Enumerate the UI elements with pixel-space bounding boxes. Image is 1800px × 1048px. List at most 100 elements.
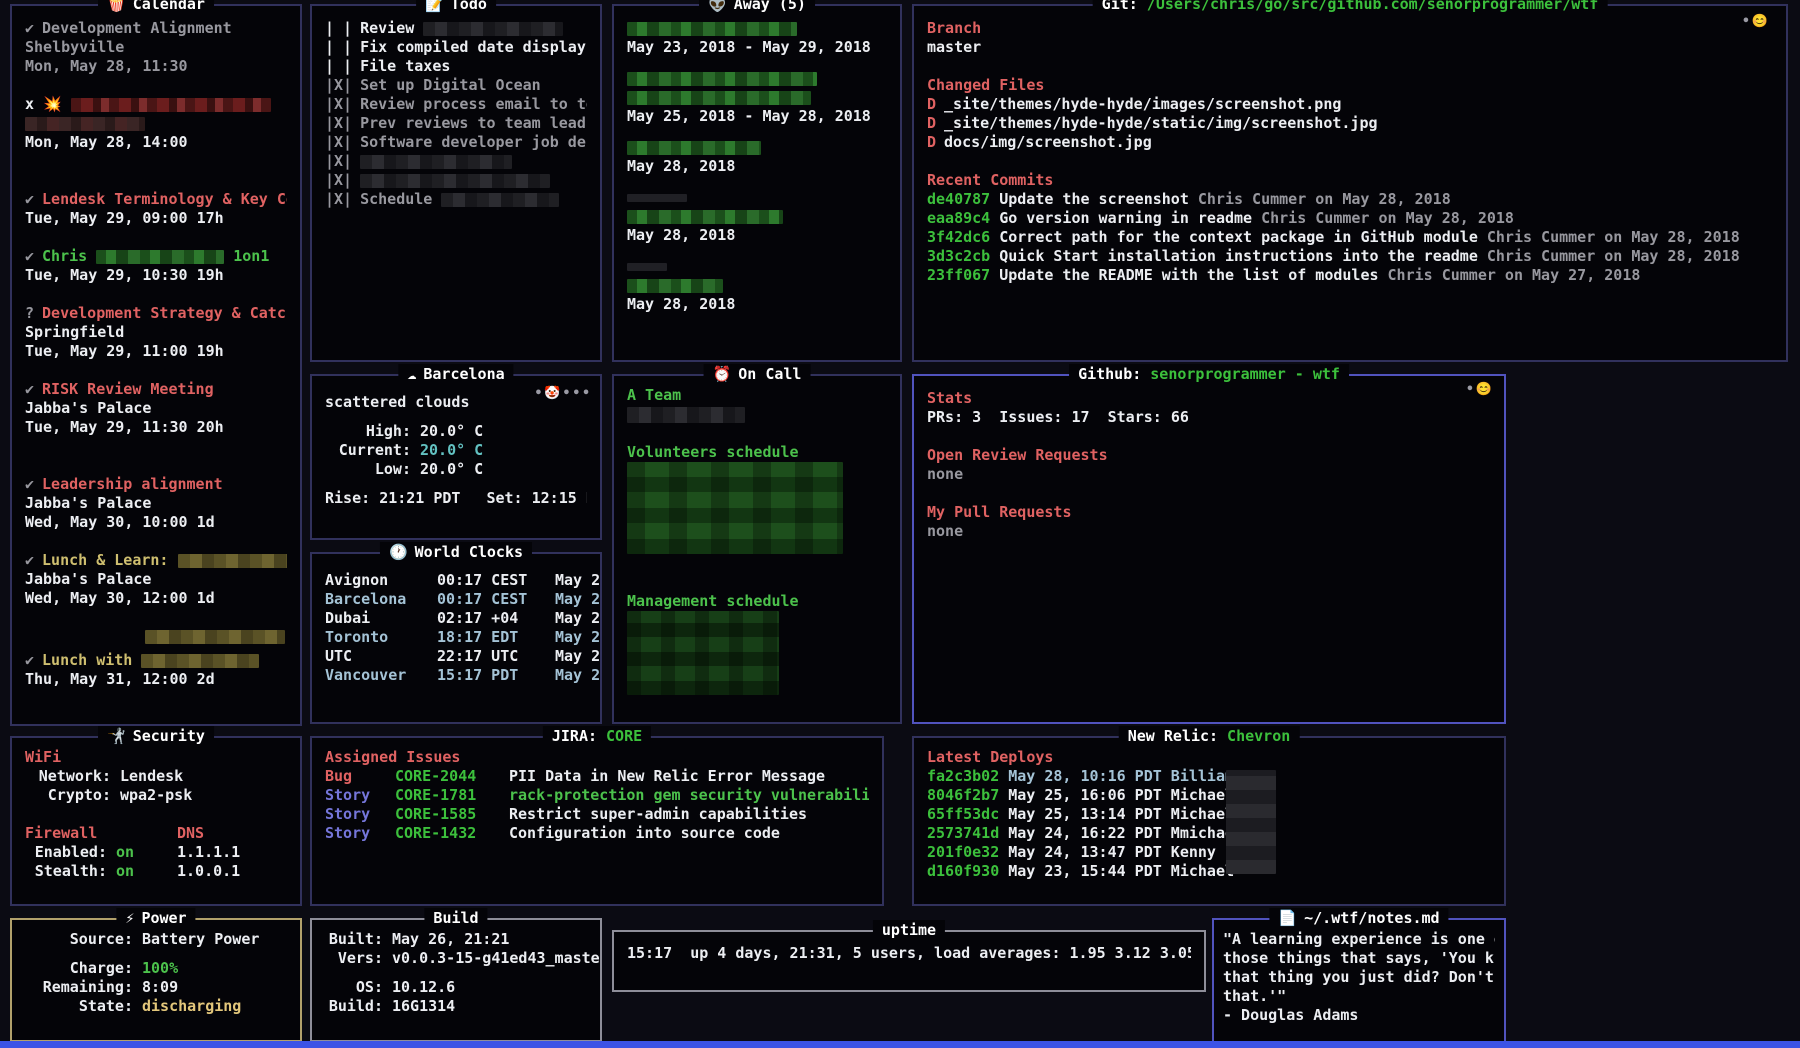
event-date: Mon, May 28, 11:30 bbox=[25, 57, 287, 76]
cloud-icon: ☁ bbox=[407, 365, 416, 383]
redacted-text bbox=[141, 654, 259, 668]
away-entry: May 23, 2018 - May 29, 2018 bbox=[627, 19, 887, 57]
jira-issue-row: BugCORE-2044PII Data in New Relic Error … bbox=[325, 767, 869, 786]
redacted-text bbox=[360, 155, 512, 169]
redacted-text bbox=[627, 72, 817, 86]
weather-condition: scattered clouds bbox=[325, 393, 587, 412]
notes-panel: 📄~/.wtf/notes.md "A learning experience … bbox=[1212, 918, 1506, 1046]
commit-hash: de40787 bbox=[927, 190, 990, 208]
panel-title-text: Power bbox=[141, 909, 186, 927]
redacted-text bbox=[441, 193, 559, 207]
calendar-event: ✔Lunch with Thu, May 31, 12:00 2d bbox=[25, 627, 287, 689]
commit-row: 3f42dc6Correct path for the context pack… bbox=[927, 228, 1773, 247]
todo-item: | |Fix compiled date display bug bbox=[325, 38, 587, 57]
clock-icon: 🕐 bbox=[389, 543, 408, 561]
wifi-label: WiFi bbox=[25, 748, 287, 767]
event-title: Lendesk Terminology & Key Conc bbox=[42, 190, 287, 208]
github-open-reviews-label: Open Review Requests bbox=[927, 446, 1491, 465]
github-repo: senorprogrammer - wtf bbox=[1150, 365, 1340, 383]
todo-text: Prev reviews to team leads bbox=[360, 114, 587, 132]
todo-checkbox: | | bbox=[325, 38, 352, 56]
clock-date: May 29 bbox=[555, 609, 600, 628]
firewall-stealth-value: on bbox=[116, 862, 177, 881]
jira-panel-title: JIRA:CORE bbox=[543, 726, 651, 746]
lightning-icon: ⚡ bbox=[125, 909, 134, 927]
away-panel: 👽Away (5) May 23, 2018 - May 29, 2018 Ma… bbox=[612, 4, 902, 362]
clock-date: May 28 bbox=[555, 628, 600, 647]
clock-row: Dubai02:17 +04May 29 bbox=[325, 609, 587, 628]
todo-checkbox: |X| bbox=[325, 76, 352, 94]
deploy-row: 8046f2b7May 25, 16:06 PDT Michael bbox=[927, 786, 1491, 805]
commit-message: Update the README with the list of modul… bbox=[999, 266, 1378, 284]
commit-row: eaa89c4Go version warning in readmeChris… bbox=[927, 209, 1773, 228]
notes-line: that.'" bbox=[1223, 987, 1495, 1006]
dns-label: DNS bbox=[177, 824, 287, 843]
clock-date: May 28 bbox=[555, 647, 600, 666]
commit-meta: Chris Cummer on May 28, 2018 bbox=[1198, 190, 1451, 208]
todo-text: File taxes bbox=[360, 57, 450, 75]
burst-icon: 💥 bbox=[43, 95, 62, 113]
oncall-section-heading: Management schedule bbox=[627, 592, 887, 611]
network-label: Network: bbox=[25, 767, 111, 786]
todo-text: Software developer job desc bbox=[360, 133, 587, 151]
power-state-value: discharging bbox=[142, 997, 287, 1016]
commit-row: de40787Update the screenshotChris Cummer… bbox=[927, 190, 1773, 209]
git-commits-label: Recent Commits bbox=[927, 171, 1773, 190]
power-remaining-value: 8:09 bbox=[142, 978, 287, 997]
github-stats-label: Stats bbox=[927, 389, 1491, 408]
newrelic-app: Chevron bbox=[1227, 727, 1290, 745]
weather-current-label: Current: bbox=[325, 441, 411, 460]
todo-panel-title: 📝Todo bbox=[416, 0, 496, 14]
event-status: ✔ bbox=[25, 651, 34, 669]
event-date: Tue, May 29, 11:30 20h bbox=[25, 418, 287, 437]
build-os-value: 10.12.6 bbox=[392, 978, 587, 997]
deploy-info: May 25, 16:06 PDT Michael bbox=[1008, 786, 1234, 804]
jira-issue-row: StoryCORE-1432Configuration into source … bbox=[325, 824, 869, 843]
redacted-text bbox=[423, 22, 563, 36]
todo-panel: 📝Todo | |Review | |Fix compiled date dis… bbox=[310, 4, 602, 362]
calendar-event: ✔Leadership alignment Jabba's Palace Wed… bbox=[25, 475, 287, 532]
todo-checkbox: |X| bbox=[325, 114, 352, 132]
dns-primary: 1.1.1.1 bbox=[177, 843, 287, 862]
git-changed-files-label: Changed Files bbox=[927, 76, 1773, 95]
commit-row: 3d3c2cbQuick Start installation instruct… bbox=[927, 247, 1773, 266]
away-dates: May 23, 2018 - May 29, 2018 bbox=[627, 38, 887, 57]
commit-hash: 3f42dc6 bbox=[927, 228, 990, 246]
event-date: Tue, May 29, 10:30 19h bbox=[25, 266, 287, 285]
notes-line: "A learning experience is one of bbox=[1223, 930, 1495, 949]
jira-panel: JIRA:CORE Assigned Issues BugCORE-2044PI… bbox=[310, 736, 884, 906]
todo-item: |X|Set up Digital Ocean bbox=[325, 76, 587, 95]
panel-title-text: Barcelona bbox=[423, 365, 504, 383]
clock-city: Avignon bbox=[325, 571, 437, 590]
away-dates: May 28, 2018 bbox=[627, 157, 887, 176]
redacted-text bbox=[627, 210, 783, 224]
event-date: Wed, May 30, 12:00 1d bbox=[25, 589, 287, 608]
todo-text: Schedule bbox=[360, 190, 432, 208]
power-charge-value: 100% bbox=[142, 959, 287, 978]
newrelic-panel: New Relic:Chevron Latest Deploys fa2c3b0… bbox=[912, 736, 1506, 906]
github-open-reviews-value: none bbox=[927, 465, 1491, 484]
panel-title-text: Build bbox=[433, 909, 478, 927]
firewall-enabled-label: Enabled: bbox=[25, 843, 107, 862]
weather-low-value: 20.0° C bbox=[420, 460, 587, 479]
issue-key: CORE-1781 bbox=[395, 786, 501, 805]
jira-issue-row: StoryCORE-1585Restrict super-admin capab… bbox=[325, 805, 869, 824]
event-title: Leadership alignment bbox=[42, 475, 223, 493]
deploy-hash: fa2c3b02 bbox=[927, 767, 999, 785]
redacted-text bbox=[71, 98, 271, 112]
deploy-info: May 24, 16:22 PDT Mmichael bbox=[1008, 824, 1243, 842]
file-flag: D bbox=[927, 95, 936, 113]
changed-file-row: D_site/themes/hyde-hyde/static/img/scree… bbox=[927, 114, 1773, 133]
event-title: Development Strategy & Catch U bbox=[42, 304, 287, 322]
redacted-text bbox=[627, 407, 745, 423]
away-dates: May 25, 2018 - May 28, 2018 bbox=[627, 107, 887, 126]
todo-checkbox: |X| bbox=[325, 171, 352, 189]
jira-project: CORE bbox=[606, 727, 642, 745]
away-entry: May 28, 2018 bbox=[627, 138, 887, 176]
build-vers-value: v0.0.3-15-g41ed43_maste bbox=[392, 949, 600, 968]
notes-panel-title: 📄~/.wtf/notes.md bbox=[1269, 908, 1448, 928]
calendar-event: ✔RISK Review Meeting Jabba's Palace Tue,… bbox=[25, 380, 287, 437]
event-status: ✔ bbox=[25, 190, 34, 208]
event-status: ✔ bbox=[25, 380, 34, 398]
deploy-info: May 28, 10:16 PDT Billiam bbox=[1008, 767, 1234, 785]
